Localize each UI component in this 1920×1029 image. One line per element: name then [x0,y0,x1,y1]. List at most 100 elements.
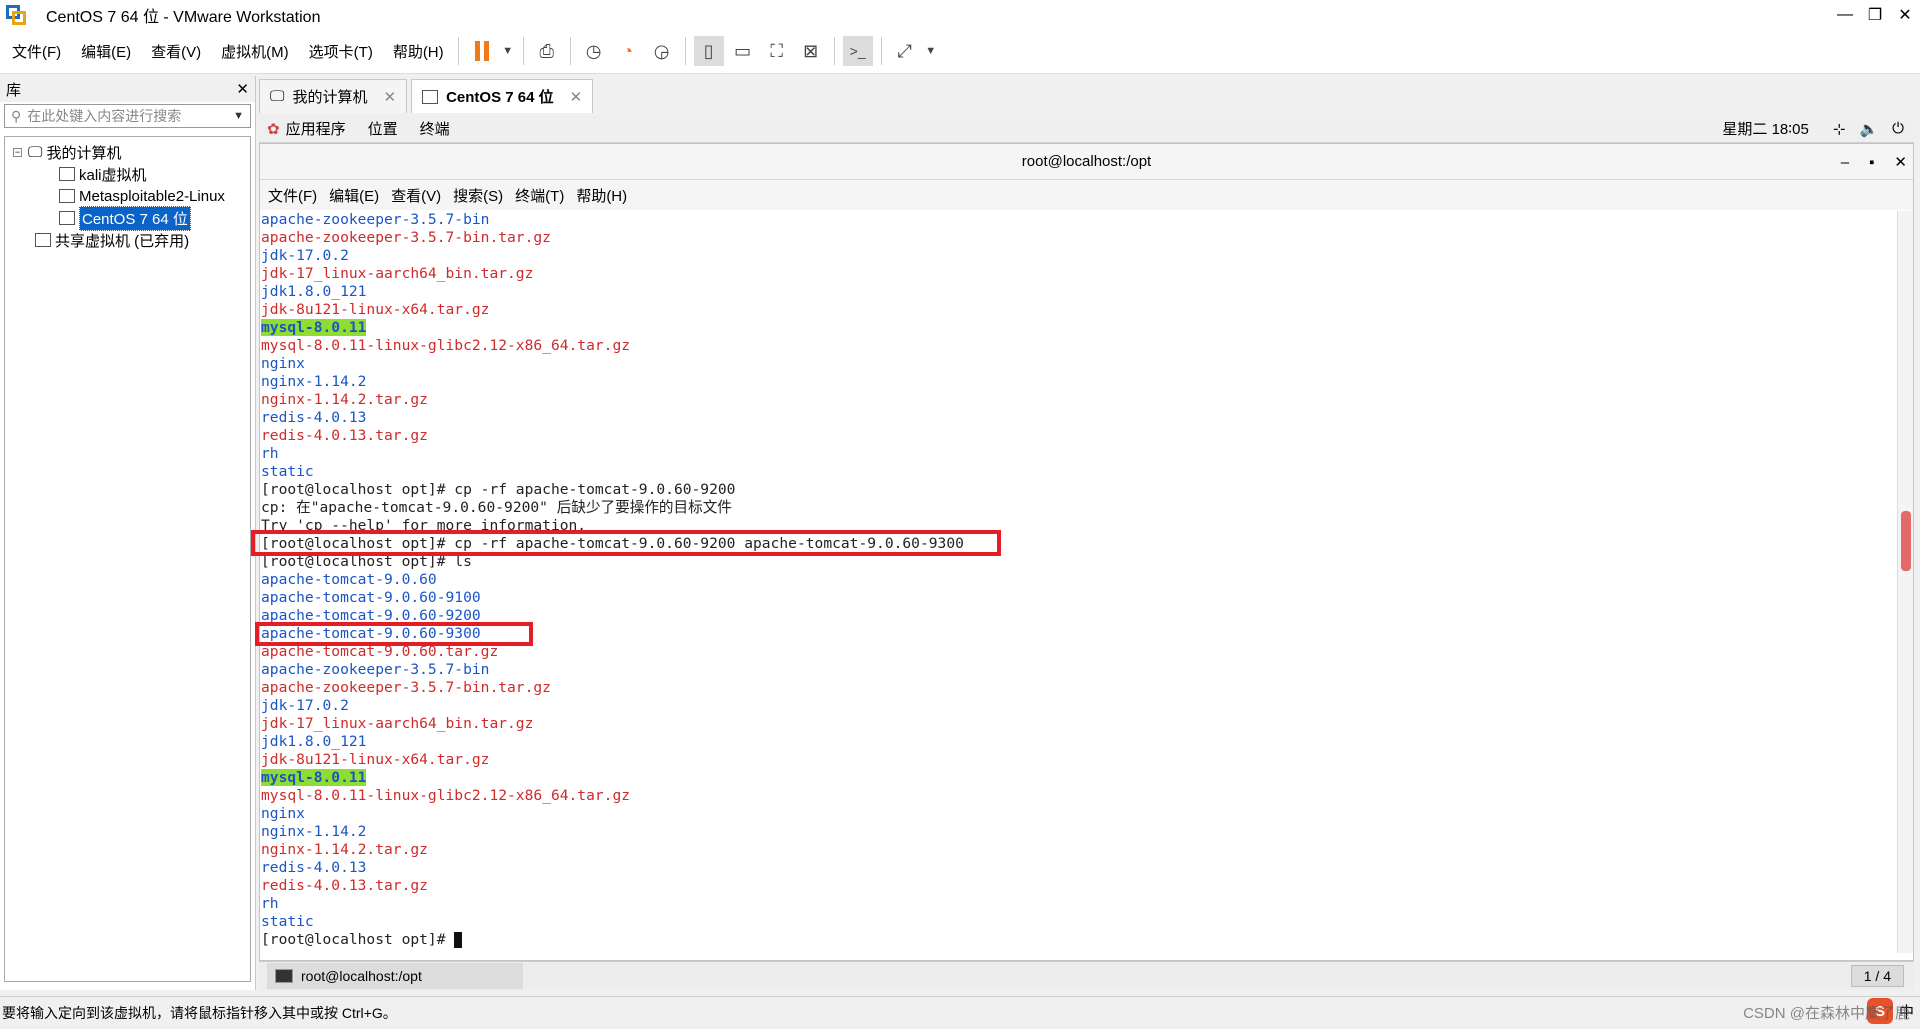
chevron-down-icon[interactable]: ▼ [924,36,938,66]
minimize-icon[interactable]: – [1841,154,1849,171]
terminal-line: apache-zookeeper-3.5.7-bin.tar.gz [260,679,1894,697]
terminal-line: jdk-17_linux-aarch64_bin.tar.gz [260,265,1894,283]
snapshot-icon[interactable]: ◷ [579,36,609,66]
status-bar: 要将输入定向到该虚拟机，请将鼠标指针移入其中或按 Ctrl+G。 [0,996,1920,1029]
power-icon[interactable]: ⏻ [1892,120,1904,137]
close-icon[interactable]: ✕ [236,80,249,98]
tree-item-metasploitable[interactable]: Metasploitable2-Linux [5,185,250,207]
tree-item-my-computer[interactable]: − 🖵 我的计算机 [5,141,250,163]
places-menu[interactable]: 位置 [368,118,398,139]
close-icon[interactable]: ✕ [570,88,583,106]
tab-strip: 🖵 我的计算机 ✕ CentOS 7 64 位 ✕ [259,79,597,113]
term-menu-edit[interactable]: 编辑(E) [329,185,379,206]
terminal-line-text: nginx [261,805,305,822]
fullscreen-icon[interactable]: ⛶ [762,36,792,66]
taskbar-terminal-item[interactable]: root@localhost:/opt [267,963,523,989]
window-title: CentOS 7 64 位 - VMware Workstation [46,8,321,26]
scrollbar-thumb[interactable] [1901,511,1911,571]
tree-label: 共享虚拟机 (已弃用) [55,232,190,250]
terminal-output[interactable]: apache-zookeeper-3.5.7-bin apache-zookeep… [260,211,1894,953]
terminal-line: nginx [260,805,1894,823]
chevron-down-icon[interactable]: ▼ [501,36,515,66]
status-message: 要将输入定向到该虚拟机，请将鼠标指针移入其中或按 Ctrl+G。 [2,1005,397,1021]
restore-icon[interactable]: ❐ [1860,0,1890,29]
term-menu-file[interactable]: 文件(F) [268,185,317,206]
terminal-line: mysql-8.0.11-linux-glibc2.12-x86_64.tar.… [260,787,1894,805]
volume-icon[interactable]: 🔈 [1859,120,1878,138]
maximize-icon[interactable]: ▪ [1869,154,1874,171]
terminal-line-text: redis-4.0.13.tar.gz [261,877,428,894]
tree-item-shared[interactable]: 共享虚拟机 (已弃用) [5,229,250,251]
terminal-line-text: jdk-17_linux-aarch64_bin.tar.gz [261,265,534,282]
menu-vm[interactable]: 虚拟机(M) [213,41,297,62]
revert-snapshot-icon[interactable]: ◔ [613,36,643,66]
terminal-line-text: apache-zookeeper-3.5.7-bin [261,211,490,228]
term-menu-view[interactable]: 查看(V) [391,185,441,206]
toolbar-divider [569,37,571,65]
terminal-line-text: mysql-8.0.11-linux-glibc2.12-x86_64.tar.… [261,787,631,804]
close-icon[interactable]: ✕ [1894,153,1907,171]
terminal-line-text: jdk1.8.0_121 [261,733,367,750]
gnome-top-bar: ✿ 应用程序 位置 终端 星期二 18∶05 ⊹ 🔈 ⏻ [259,115,1914,143]
minimize-icon[interactable]: — [1830,0,1860,29]
computer-icon: 🖵 [270,88,285,105]
terminal-line: mysql-8.0.11 [260,319,1894,337]
terminal-icon [275,969,293,983]
library-title: 库 [6,81,22,99]
term-menu-help[interactable]: 帮助(H) [576,185,627,206]
vm-running-icon [422,86,441,104]
terminal-line: rh [260,445,1894,463]
terminal-line-text: nginx-1.14.2.tar.gz [261,841,428,858]
terminal-line: jdk-17_linux-aarch64_bin.tar.gz [260,715,1894,733]
chevron-down-icon[interactable]: ▼ [233,110,244,122]
terminal-line: jdk-17.0.2 [260,247,1894,265]
terminal-line: apache-tomcat-9.0.60 [260,571,1894,589]
terminal-line-text: cp: 在"apache-tomcat-9.0.60-9200" 后缺少了要操作… [261,499,732,516]
vm-taskbar: root@localhost:/opt 1 / 4 [259,961,1914,990]
terminal-line: [root@localhost opt]# [260,931,1894,949]
show-library-icon[interactable]: ▯ [693,36,724,66]
terminal-line: nginx-1.14.2 [260,373,1894,391]
menu-file[interactable]: 文件(F) [4,41,69,62]
vm-icon [59,164,77,181]
terminal-line-text: apache-tomcat-9.0.60 [261,571,437,588]
tab-my-computer[interactable]: 🖵 我的计算机 ✕ [259,79,408,113]
pause-icon[interactable] [467,36,497,66]
terminal-line-text: apache-zookeeper-3.5.7-bin.tar.gz [261,679,551,696]
snapshot-manager-icon[interactable]: ◶ [647,36,677,66]
show-thumbnail-icon[interactable]: ▭ [728,36,758,66]
menu-tabs[interactable]: 选项卡(T) [301,41,381,62]
terminal-line-text: nginx [261,355,305,372]
unity-icon[interactable]: ⊠ [796,36,826,66]
annotation-box [251,530,1001,556]
menu-edit[interactable]: 编辑(E) [73,41,139,62]
terminal-scrollbar[interactable] [1897,211,1913,953]
terminal-line: apache-zookeeper-3.5.7-bin.tar.gz [260,229,1894,247]
terminal-line-text: apache-tomcat-9.0.60-9100 [261,589,481,606]
title-bar: CentOS 7 64 位 - VMware Workstation [0,0,1920,29]
send-ctrl-alt-del-icon[interactable]: ⎙ [532,36,562,66]
console-view-icon[interactable]: >_ [842,36,873,66]
vm-running-icon [59,208,77,225]
network-icon[interactable]: ⊹ [1833,120,1846,138]
vmware-logo-icon [6,4,26,25]
terminal-line: nginx-1.14.2.tar.gz [260,841,1894,859]
tree-item-kali[interactable]: kali虚拟机 [5,163,250,185]
applications-menu[interactable]: 应用程序 [286,118,346,139]
tree-item-centos[interactable]: CentOS 7 64 位 [5,205,250,231]
close-icon[interactable]: ✕ [383,88,396,106]
close-icon[interactable]: ✕ [1890,0,1920,29]
collapse-icon[interactable]: − [13,147,22,157]
menu-view[interactable]: 查看(V) [143,41,209,62]
shared-vm-icon [35,230,53,247]
stretch-view-icon[interactable]: ⤢ [890,36,920,66]
library-search-input[interactable]: ⚲ 在此处键入内容进行搜索 ▼ [4,104,251,128]
workspace-indicator[interactable]: 1 / 4 [1850,965,1904,987]
window-controls: — ❐ ✕ [1830,0,1920,29]
term-menu-search[interactable]: 搜索(S) [453,185,503,206]
term-menu-terminal[interactable]: 终端(T) [515,185,564,206]
terminal-menu[interactable]: 终端 [420,118,450,139]
menu-help[interactable]: 帮助(H) [385,41,452,62]
clock[interactable]: 星期二 18∶05 [1722,118,1808,139]
tab-centos[interactable]: CentOS 7 64 位 ✕ [411,79,594,113]
